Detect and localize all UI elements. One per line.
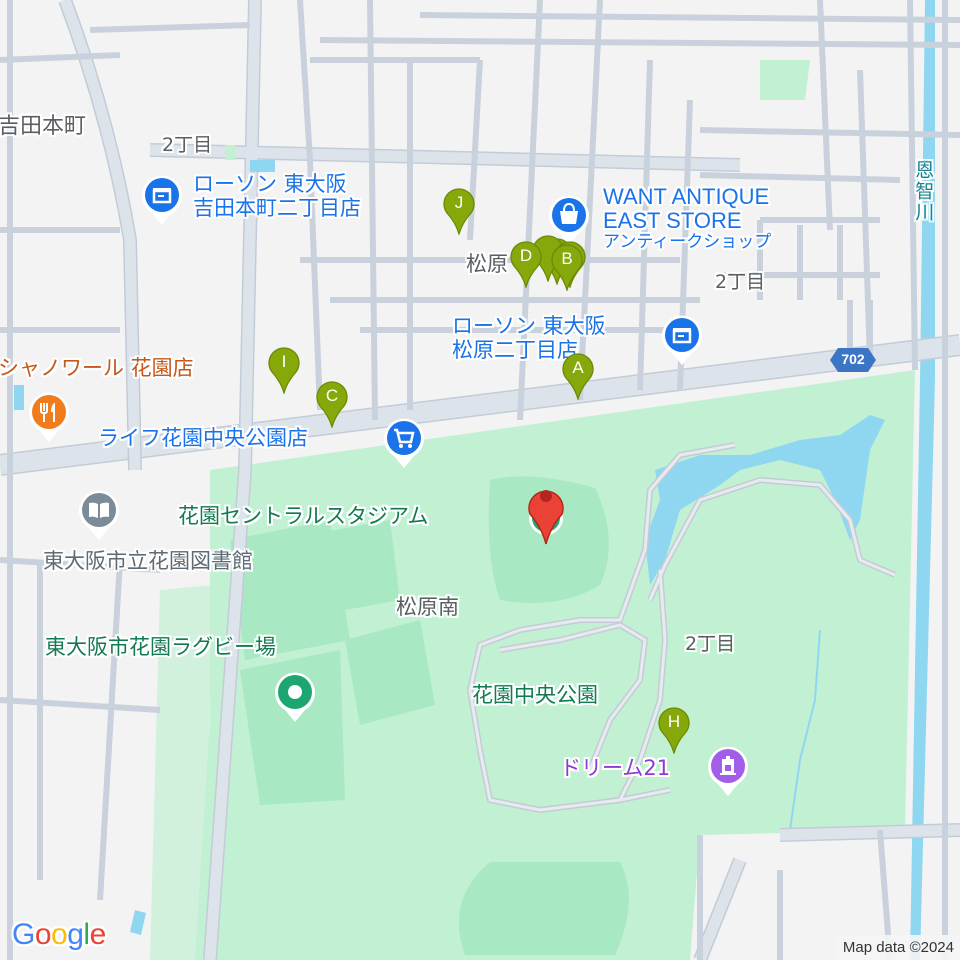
poi-library[interactable] — [77, 490, 121, 542]
convenience-store-icon — [142, 175, 182, 225]
book-icon — [79, 490, 119, 540]
restaurant-icon — [29, 392, 70, 442]
marker-h[interactable]: H — [658, 706, 690, 756]
logo-letter: G — [12, 918, 35, 951]
logo-letter: e — [89, 918, 107, 951]
poi-life-hanazono[interactable] — [382, 418, 426, 470]
shopping-cart-icon — [384, 418, 424, 468]
poi-label-rugby[interactable]: 東大阪市花園ラグビー場 — [45, 635, 276, 660]
logo-letter: g — [67, 918, 84, 951]
google-logo[interactable]: Google — [12, 918, 106, 952]
route-number: 702 — [841, 351, 865, 367]
road — [694, 857, 746, 960]
poi-label-lawson-yoshida[interactable]: ローソン 東大阪 吉田本町二丁目店 — [193, 172, 361, 220]
poi-label-want-antique[interactable]: WANT ANTIQUE EAST STORE アンティークショップ — [603, 185, 771, 251]
logo-letter: o — [34, 918, 52, 951]
poi-label-central-park[interactable]: 花園中央公園 — [472, 683, 598, 708]
marker-c[interactable]: C — [316, 380, 348, 430]
poi-label-dream21[interactable]: ドリーム21 — [560, 756, 670, 781]
marker-j[interactable]: J — [443, 187, 475, 237]
logo-letter: o — [51, 918, 68, 951]
marker-a[interactable]: A — [562, 352, 594, 402]
poi-label-life-hanazono[interactable]: ライフ花園中央公園店 — [98, 426, 308, 451]
area-label-2chome: 2丁目 — [715, 271, 766, 293]
poi-chanoir[interactable] — [27, 392, 71, 444]
area-label-matsubara: 松原 — [466, 252, 508, 276]
museum-icon — [708, 746, 748, 796]
road — [149, 144, 741, 171]
map-attribution[interactable]: Map data ©2024 — [834, 935, 960, 960]
water-patch — [250, 160, 275, 172]
map-canvas[interactable]: 吉田本町 2丁目 松原 2丁目 松原南 2丁目 恩智川 702 ローソン 東大阪… — [0, 0, 960, 960]
road — [779, 824, 960, 841]
marker-i[interactable]: I — [268, 346, 300, 396]
track-field — [458, 862, 629, 955]
stadium-icon — [275, 672, 315, 722]
poi-stadium[interactable] — [518, 470, 574, 550]
road — [59, 0, 141, 471]
small-park — [760, 60, 810, 100]
poi-label-stadium[interactable]: 花園セントラルスタジアム — [178, 504, 429, 529]
small-park — [225, 145, 235, 160]
area-label-2chome: 2丁目 — [685, 633, 736, 655]
poi-dream21[interactable] — [706, 746, 750, 798]
river-label: 恩智川 — [912, 160, 935, 223]
area-label-matsubara-minami: 松原南 — [396, 595, 459, 619]
area-label-2chome: 2丁目 — [162, 134, 213, 156]
poi-rugby[interactable] — [273, 672, 317, 724]
water-patch — [14, 385, 24, 410]
poi-label-chanoir[interactable]: シャノワール 花園店 — [0, 356, 194, 381]
poi-lawson-matsubara[interactable] — [660, 315, 704, 367]
map-base-layer — [0, 0, 960, 960]
area-label-yoshida-honmachi: 吉田本町 — [0, 114, 87, 139]
poi-label-library[interactable]: 東大阪市立花園図書館 — [43, 549, 253, 574]
marker-b[interactable]: B — [551, 243, 583, 293]
marker-d[interactable]: D — [510, 240, 542, 290]
convenience-store-icon — [662, 315, 702, 365]
location-pin-icon — [528, 490, 564, 545]
route-shield-702: 702 — [830, 348, 876, 372]
poi-lawson-yoshida[interactable] — [140, 175, 184, 227]
water-patch — [130, 910, 146, 935]
